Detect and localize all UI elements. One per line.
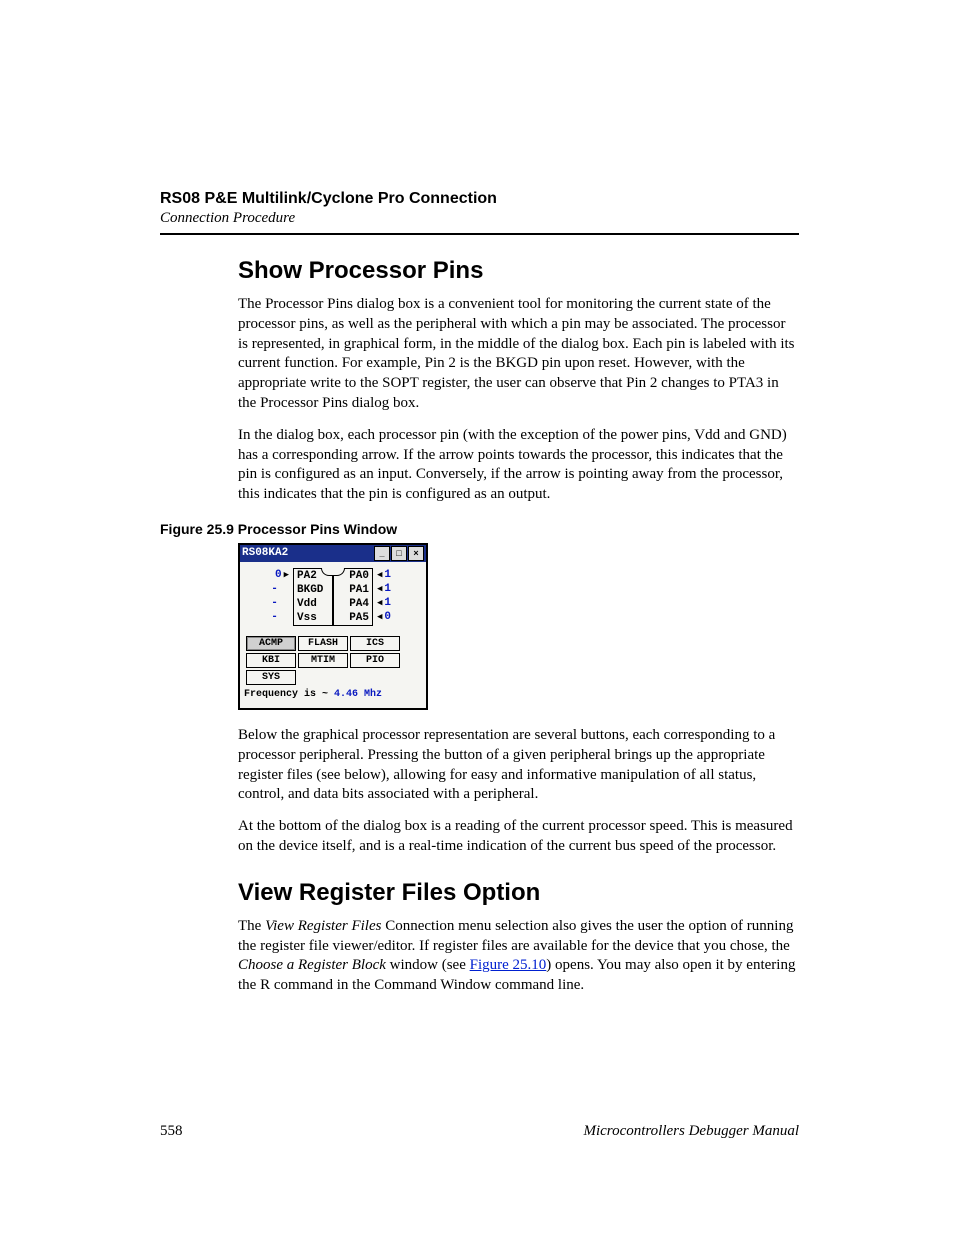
figure-link[interactable]: Figure 25.10 — [470, 957, 547, 973]
header-rule — [160, 233, 799, 235]
maximize-icon[interactable]: □ — [391, 546, 407, 561]
section-heading-show-processor-pins: Show Processor Pins — [238, 257, 799, 285]
arrow-left-icon: ◀ — [377, 598, 382, 608]
peripheral-button-acmp[interactable]: ACMP — [246, 636, 296, 651]
peripheral-button-flash[interactable]: FLASH — [298, 636, 348, 651]
arrow-right-icon: ▶ — [284, 570, 289, 580]
manual-title: Microcontrollers Debugger Manual — [183, 1123, 800, 1140]
body-paragraph: Below the graphical processor representa… — [238, 726, 799, 805]
dialog-title: RS08KA2 — [242, 547, 288, 559]
arrow-left-icon: ◀ — [377, 570, 382, 580]
chip-diagram: PA2PA0 BKGDPA1 VddPA4 VssPA5 — [293, 568, 373, 626]
pin-value: 1 — [384, 569, 391, 581]
peripheral-button-kbi[interactable]: KBI — [246, 653, 296, 668]
processor-pins-dialog: RS08KA2 _ □ × 0▶ - - - — [238, 543, 428, 710]
frequency-readout: Frequency is ~ 4.46 Mhz — [244, 689, 422, 700]
section-heading-view-register-files: View Register Files Option — [238, 879, 799, 907]
body-paragraph: The View Register Files Connection menu … — [238, 917, 799, 996]
minimize-icon[interactable]: _ — [374, 546, 390, 561]
pin-label: PA5 — [333, 611, 372, 625]
arrow-left-icon: ◀ — [377, 584, 382, 594]
figure-caption: Figure 25.9 Processor Pins Window — [160, 521, 799, 537]
peripheral-button-ics[interactable]: ICS — [350, 636, 400, 651]
pin-value: 1 — [384, 597, 391, 609]
body-paragraph: At the bottom of the dialog box is a rea… — [238, 817, 799, 857]
pin-value: - — [271, 597, 278, 609]
peripheral-button-mtim[interactable]: MTIM — [298, 653, 348, 668]
close-icon[interactable]: × — [408, 546, 424, 561]
dialog-titlebar[interactable]: RS08KA2 _ □ × — [240, 545, 426, 562]
pin-value: 1 — [384, 583, 391, 595]
arrow-left-icon: ◀ — [377, 612, 382, 622]
pin-label: PA1 — [333, 583, 372, 597]
pin-label: Vdd — [294, 597, 333, 611]
pin-value: 0 — [275, 569, 282, 581]
peripheral-button-pio[interactable]: PIO — [350, 653, 400, 668]
pin-value: - — [271, 611, 278, 623]
peripheral-button-sys[interactable]: SYS — [246, 670, 296, 685]
running-header-title: RS08 P&E Multilink/Cyclone Pro Connectio… — [160, 190, 799, 208]
pin-label: Vss — [294, 611, 333, 625]
pin-label: BKGD — [294, 583, 333, 597]
pin-value: - — [271, 583, 278, 595]
pin-value: 0 — [384, 611, 391, 623]
pin-label: PA4 — [333, 597, 372, 611]
body-paragraph: The Processor Pins dialog box is a conve… — [238, 295, 799, 414]
running-header-subtitle: Connection Procedure — [160, 210, 799, 227]
page-number: 558 — [160, 1123, 183, 1140]
body-paragraph: In the dialog box, each processor pin (w… — [238, 426, 799, 505]
